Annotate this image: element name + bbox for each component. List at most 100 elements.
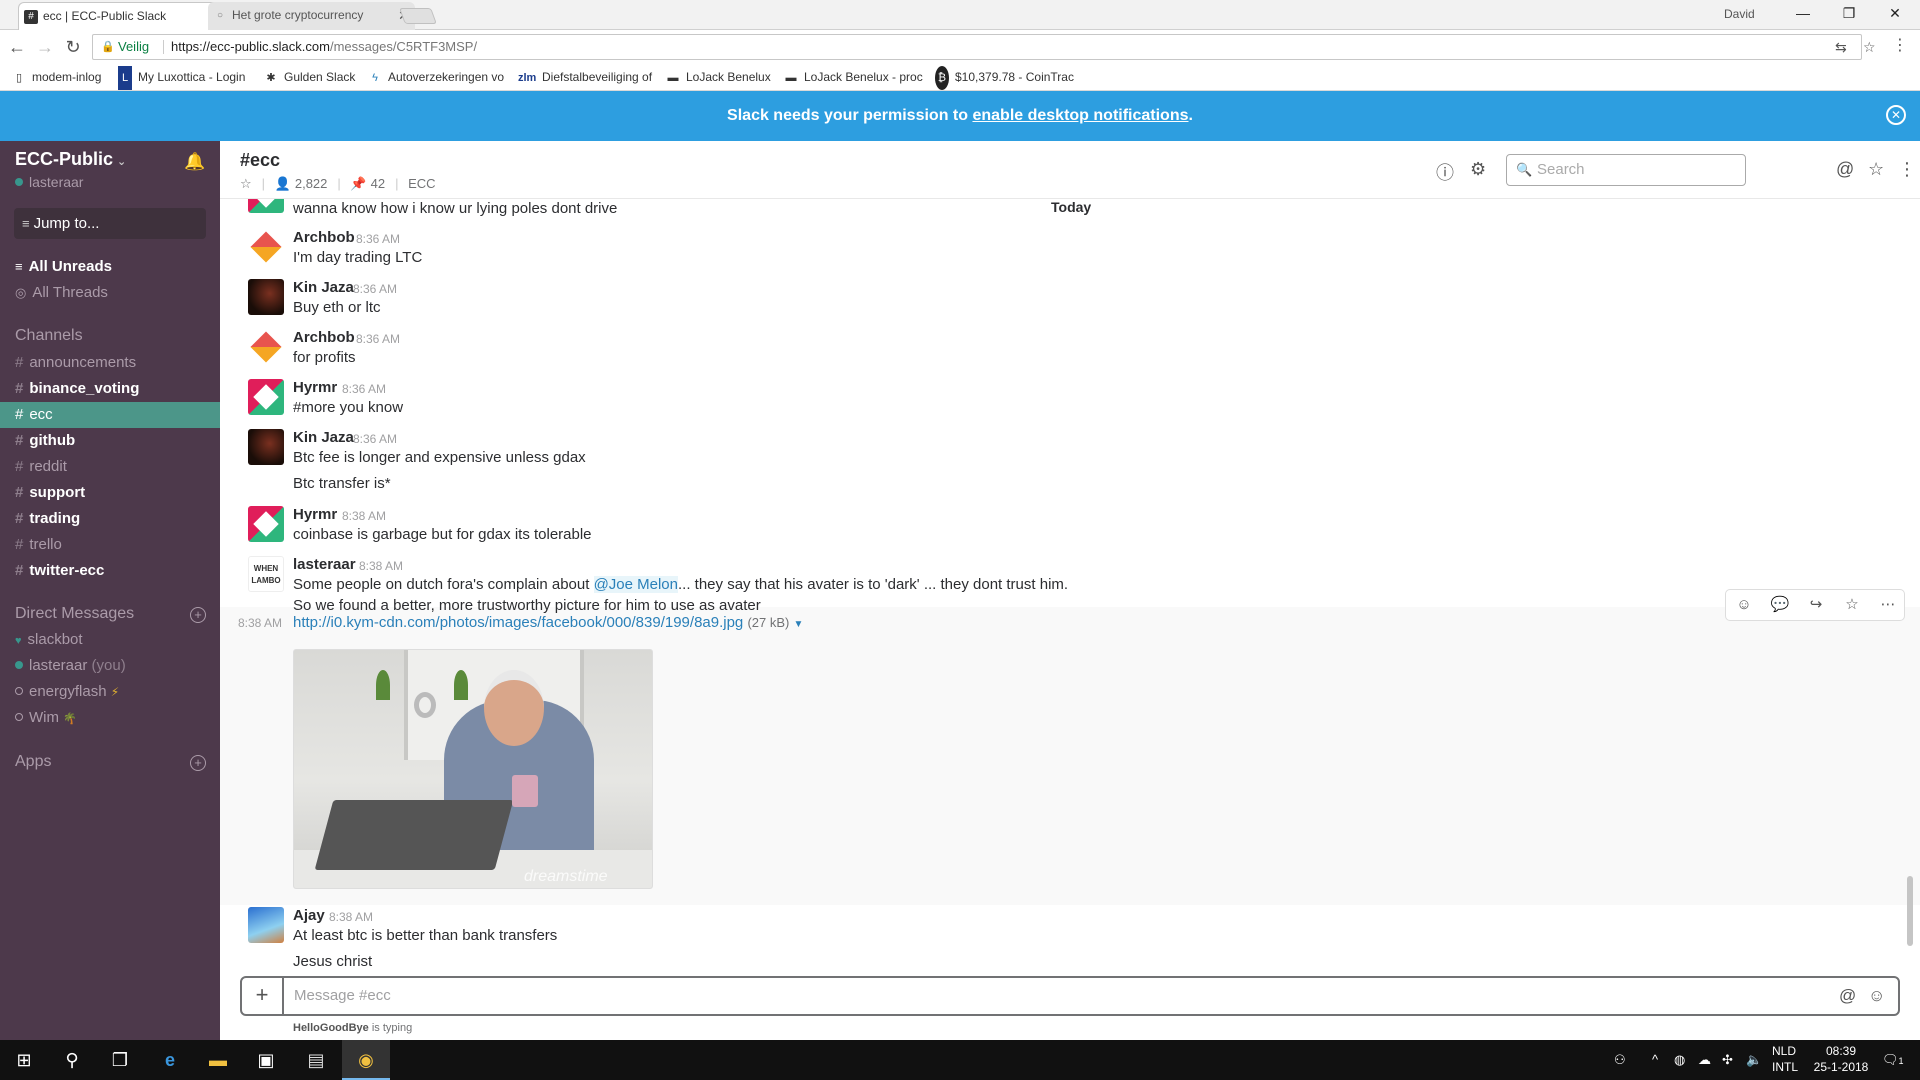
chevron-up-icon[interactable]: ^ [1652, 1040, 1658, 1080]
channel-title[interactable]: #ecc [240, 150, 280, 171]
user-mention[interactable]: @Joe Melon [593, 576, 678, 593]
emoji-icon[interactable]: ☺ [1868, 986, 1885, 1006]
avatar[interactable] [248, 429, 284, 465]
message-sender[interactable]: Kin Jaza [293, 429, 354, 446]
task-view-icon[interactable]: ❐ [96, 1040, 144, 1080]
sidebar-dm-lasteraar[interactable]: lasteraar (you) [0, 653, 220, 679]
sidebar-item-twitter-ecc[interactable]: # twitter-ecc [0, 558, 220, 584]
browser-user[interactable]: David [1724, 0, 1755, 28]
file-explorer-icon[interactable]: ▬ [194, 1040, 242, 1080]
attached-image[interactable]: dreamstime [293, 649, 653, 889]
members-icon[interactable]: 👤 [275, 176, 291, 191]
message-sender[interactable]: Archbob [293, 329, 355, 346]
scrollbar[interactable] [1907, 876, 1913, 946]
back-icon[interactable]: ← [4, 35, 30, 59]
attach-button[interactable]: + [242, 978, 284, 1014]
channels-header[interactable]: Channels [15, 327, 83, 345]
bookmark-diefstal[interactable]: zlm Diefstalbeveiliging of [518, 65, 654, 90]
enable-notifications-link[interactable]: enable desktop notifications [972, 107, 1188, 124]
star-icon[interactable]: ☆ [1863, 35, 1876, 59]
forward-icon[interactable]: → [32, 35, 58, 59]
sidebar-item-github[interactable]: # github [0, 428, 220, 454]
more-icon[interactable]: ⋮ [1898, 159, 1916, 180]
team-menu[interactable]: ECC-Public ⌄ [15, 149, 126, 170]
message-sender[interactable]: Hyrmr [293, 506, 337, 523]
share-icon[interactable]: ↪ [1798, 590, 1834, 620]
avatar[interactable] [248, 279, 284, 315]
sidebar-item-announcements[interactable]: # announcements [0, 350, 220, 376]
sidebar-dm-wim[interactable]: Wim 🌴 [0, 705, 220, 731]
bookmark-cointracker[interactable]: ₿ $10,379.78 - CoinTrac [935, 65, 1075, 90]
message-time[interactable]: 8:38 AM [342, 509, 386, 523]
channel-topic[interactable]: ECC [408, 176, 435, 191]
reload-icon[interactable]: ↻ [60, 35, 86, 59]
pin-icon[interactable]: 📌 [350, 176, 366, 191]
tab-ecc-slack[interactable]: # ecc | ECC-Public Slack ✕ [18, 2, 225, 30]
store-icon[interactable]: ▣ [242, 1040, 290, 1080]
sidebar-item-trello[interactable]: # trello [0, 532, 220, 558]
message-sender[interactable]: Hyrmr [293, 379, 337, 396]
bookmark-luxottica[interactable]: L My Luxottica - Login [118, 65, 258, 90]
apps-header[interactable]: Apps [15, 753, 51, 771]
bookmark-lojack-proc[interactable]: ▬ LoJack Benelux - proc [784, 65, 924, 90]
current-user[interactable]: lasteraar [15, 174, 83, 190]
star-icon[interactable]: ☆ [1834, 590, 1870, 620]
people-icon[interactable]: ⚇ [1614, 1040, 1626, 1080]
minimize-icon[interactable]: — [1780, 0, 1826, 28]
bookmark-gulden[interactable]: ✱ Gulden Slack [264, 65, 362, 90]
start-thread-icon[interactable]: 💬 [1762, 590, 1798, 620]
all-unreads[interactable]: ≡ All Unreads [0, 254, 220, 280]
avatar[interactable] [248, 199, 284, 213]
tab-crypto[interactable]: ○ Het grote cryptocurrency ✕ [208, 2, 415, 30]
info-icon[interactable]: ⓘ [1436, 159, 1454, 185]
windows-start-icon[interactable]: ⊞ [0, 1040, 48, 1080]
sidebar-item-reddit[interactable]: # reddit [0, 454, 220, 480]
message-time[interactable]: 8:36 AM [342, 382, 386, 396]
bookmark-modem[interactable]: ▯ modem-inlog [12, 65, 112, 90]
mention-icon[interactable]: @ [1839, 986, 1856, 1006]
new-tab-button[interactable] [399, 8, 437, 24]
message-time[interactable]: 8:36 AM [356, 232, 400, 246]
message-sender[interactable]: Archbob [293, 229, 355, 246]
clock[interactable]: 08:39 25-1-2018 [1805, 1043, 1877, 1075]
message-sender[interactable]: lasteraar [293, 556, 356, 573]
message-time[interactable]: 8:36 AM [353, 282, 397, 296]
sidebar-item-ecc[interactable]: # ecc [0, 402, 220, 428]
message-sender[interactable]: Kin Jaza [293, 279, 354, 296]
starred-icon[interactable]: ☆ [1868, 159, 1884, 180]
avatar[interactable] [248, 907, 284, 943]
close-window-icon[interactable]: ✕ [1872, 0, 1918, 28]
edge-icon[interactable]: e [146, 1040, 194, 1080]
gear-icon[interactable]: ⚙ [1470, 159, 1486, 180]
bell-icon[interactable]: 🔔 [184, 152, 205, 172]
bookmark-auto[interactable]: ϟ Autoverzekeringen vo [368, 65, 506, 90]
search-input[interactable]: 🔍 Search [1506, 154, 1746, 186]
wifi-icon[interactable]: ✣ [1722, 1040, 1733, 1080]
message-time[interactable]: 8:38 AM [329, 910, 373, 924]
notepad-icon[interactable]: ▤ [292, 1040, 340, 1080]
more-actions-icon[interactable]: ⋯ [1870, 590, 1906, 620]
sidebar-item-trading[interactable]: # trading [0, 506, 220, 532]
translate-icon[interactable]: ⇆ [1835, 35, 1847, 59]
address-bar[interactable]: 🔒 Veilig https://ecc-public.slack.com/me… [92, 34, 1876, 60]
add-dm-icon[interactable]: + [190, 607, 206, 623]
avatar[interactable] [248, 379, 284, 415]
url-text[interactable]: https://ecc-public.slack.com/messages/C5… [171, 35, 477, 59]
attachment-link[interactable]: http://i0.kym-cdn.com/photos/images/face… [293, 614, 803, 631]
sidebar-item-binance-voting[interactable]: # binance_voting [0, 376, 220, 402]
search-icon[interactable]: ⚲ [48, 1040, 96, 1080]
network-icon[interactable]: ◍ [1674, 1040, 1685, 1080]
volume-icon[interactable]: 🔈 [1746, 1040, 1762, 1080]
chevron-down-icon[interactable]: ▼ [794, 619, 804, 630]
message-time[interactable]: 8:36 AM [353, 432, 397, 446]
avatar[interactable]: WHEN LAMBO [248, 556, 284, 592]
add-reaction-icon[interactable]: ☺ [1726, 590, 1762, 620]
chrome-icon[interactable]: ◉ [342, 1040, 390, 1080]
sidebar-item-support[interactable]: # support [0, 480, 220, 506]
message-sender[interactable]: Ajay [293, 907, 325, 924]
mentions-icon[interactable]: @ [1836, 159, 1854, 180]
sidebar-dm-slackbot[interactable]: ♥ slackbot [0, 627, 220, 653]
chrome-menu-icon[interactable]: ⋮ [1892, 35, 1908, 55]
star-icon[interactable]: ☆ [240, 176, 252, 191]
member-count[interactable]: 2,822 [295, 176, 328, 191]
